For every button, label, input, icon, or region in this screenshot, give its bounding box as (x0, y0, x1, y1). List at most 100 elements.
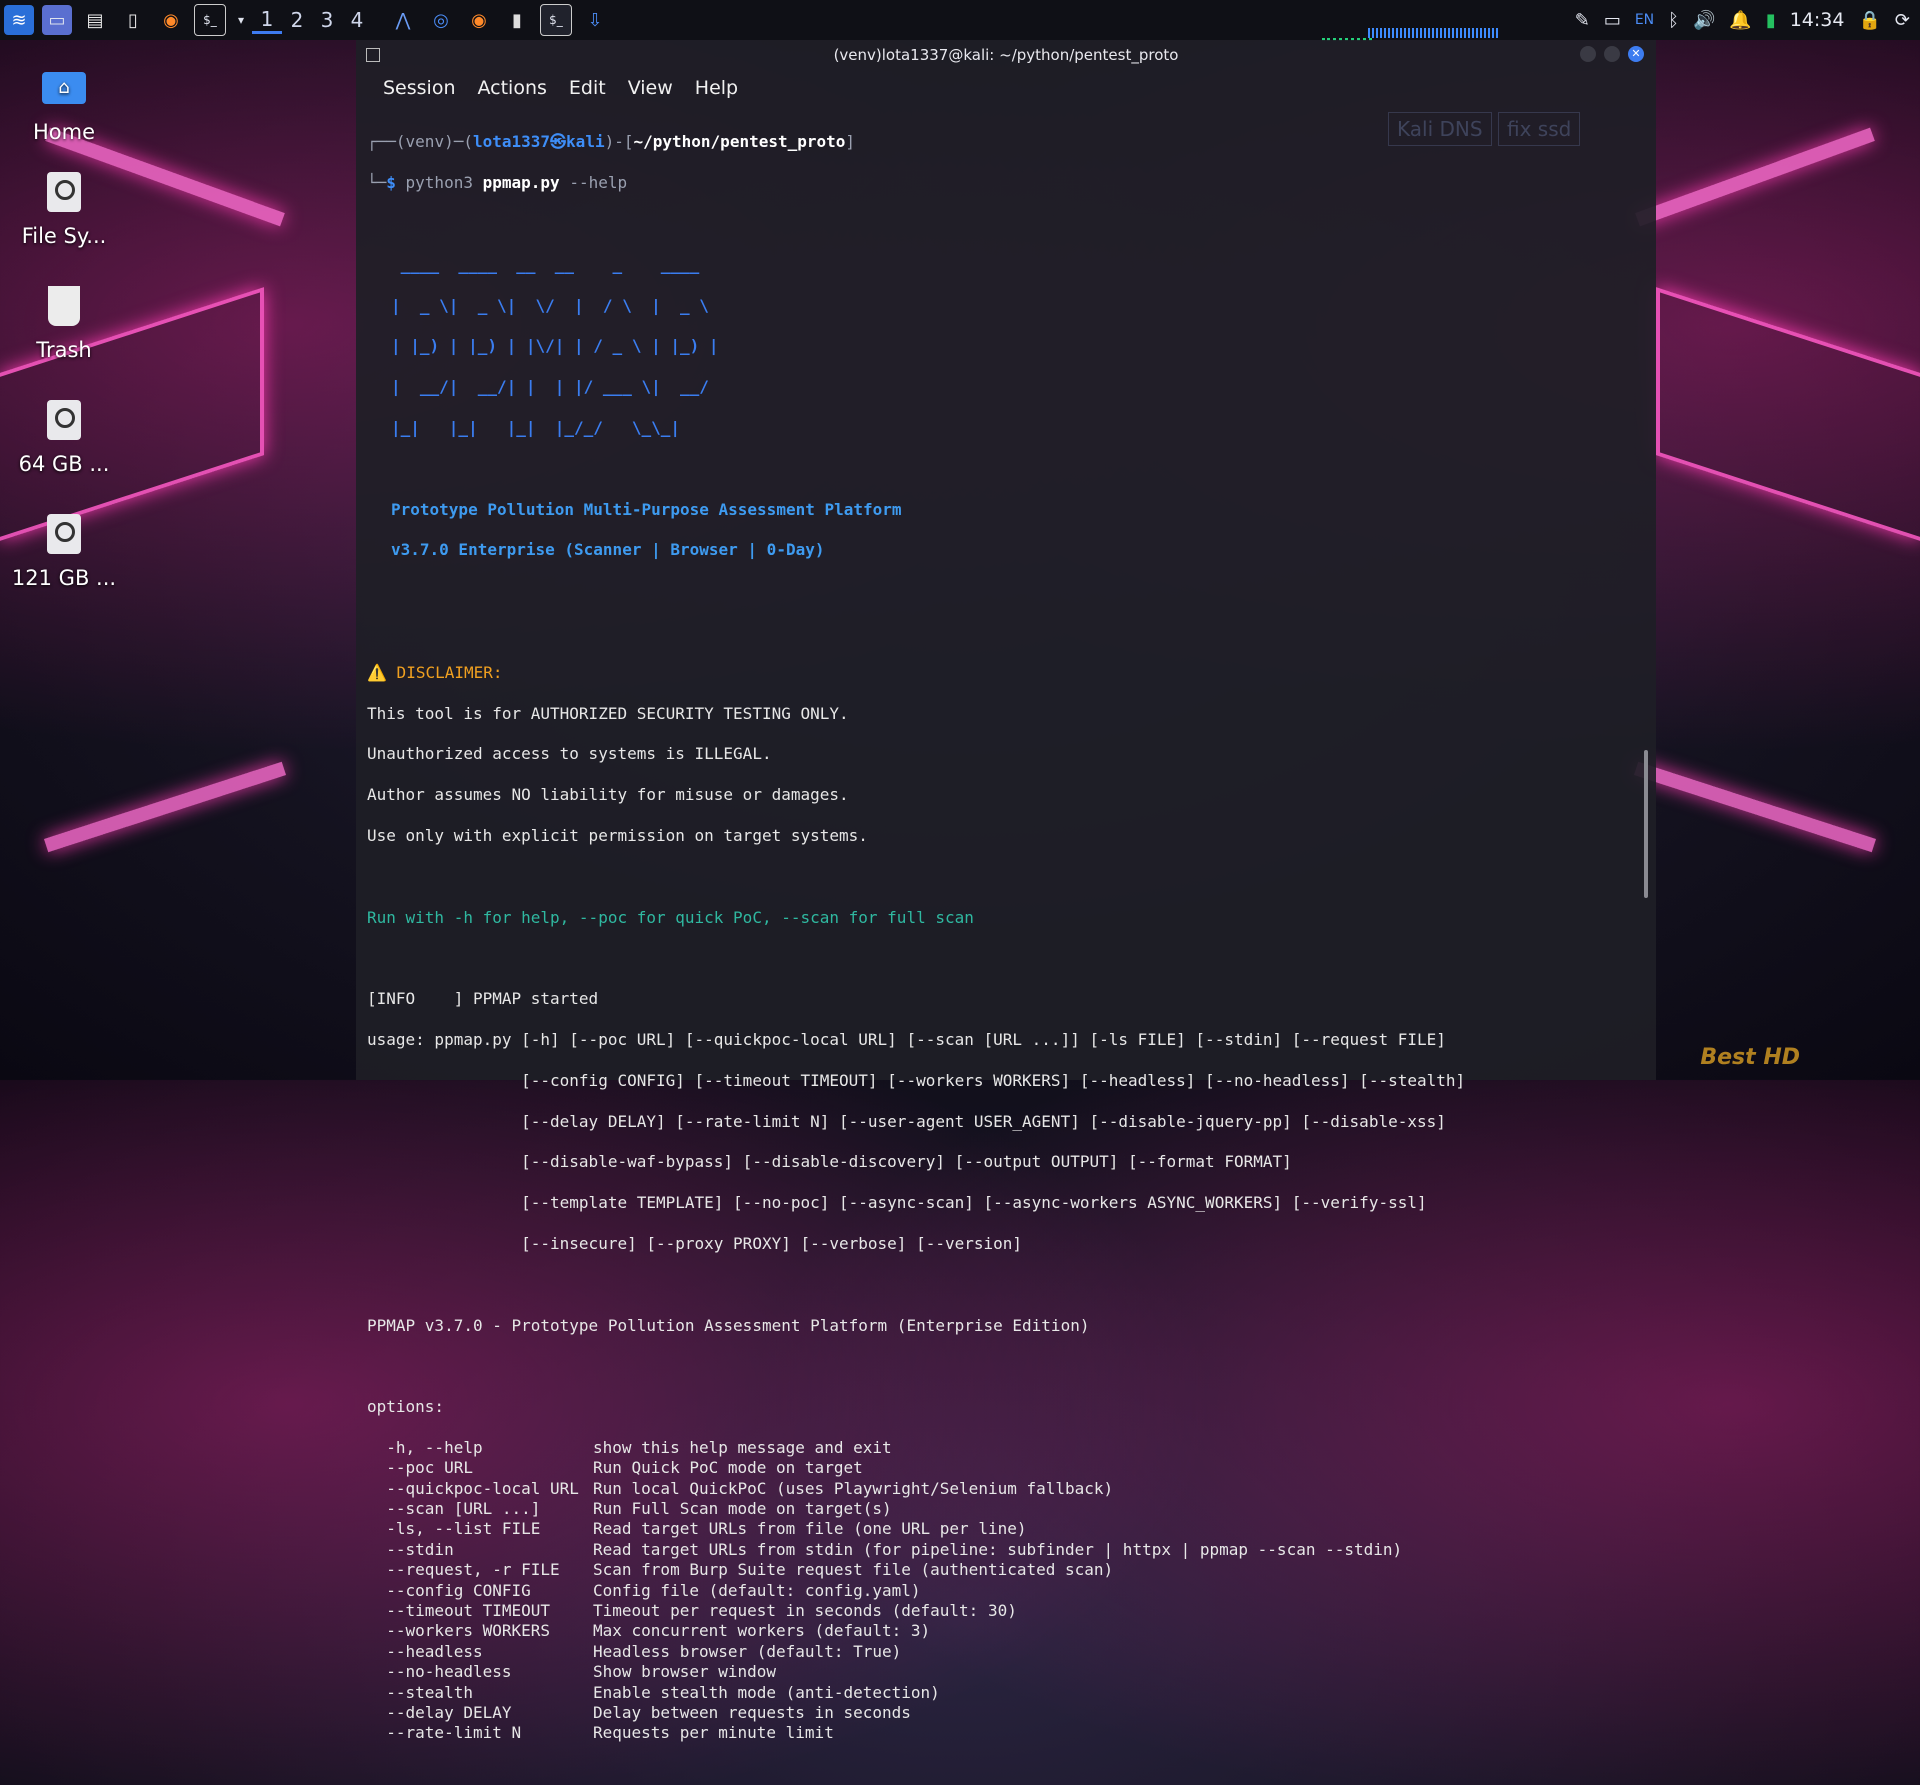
maximize-button[interactable] (1604, 46, 1620, 62)
logout-icon[interactable]: ⟳ (1895, 10, 1910, 31)
workspace-4[interactable]: 4 (342, 8, 372, 32)
options-list: -h, --help show this help message and exi… (367, 1438, 1656, 1744)
option-description: Headless browser (default: True) (593, 1641, 902, 1661)
trash-icon (40, 282, 88, 330)
menu-session[interactable]: Session (372, 77, 467, 99)
download-icon[interactable]: ⇩ (580, 5, 610, 35)
option-description: Run local QuickPoC (uses Playwright/Sele… (593, 1478, 1114, 1498)
menu-bar: Session Actions Edit View Help (356, 70, 1656, 106)
close-button[interactable]: ✕ (1628, 46, 1644, 62)
document-icon[interactable]: ▮ (502, 5, 532, 35)
desktop-icon-filesystem[interactable]: File Sy... (8, 168, 120, 248)
window-titlebar[interactable]: (venv)lota1337@kali: ~/python/pentest_pr… (356, 40, 1656, 70)
firefox-icon[interactable]: ◉ (156, 5, 186, 35)
option-description: Read target URLs from stdin (for pipelin… (593, 1539, 1403, 1559)
desktop-icon-home[interactable]: ⌂ Home (8, 64, 120, 144)
option-description: show this help message and exit (593, 1437, 892, 1457)
command-line: └─$ python3 ppmap.py --help (367, 173, 628, 193)
option-flag: --timeout TIMEOUT (367, 1601, 551, 1621)
keyboard-layout[interactable]: EN (1635, 12, 1654, 28)
scrollbar[interactable] (1644, 750, 1648, 898)
usage-line: [--delay DELAY] [--rate-limit N] [--user… (367, 1111, 1446, 1131)
info-line: [INFO ] PPMAP started (367, 989, 599, 1009)
usage-line: usage: ppmap.py [-h] [--poc URL] [--quic… (367, 1029, 1446, 1049)
option-description: Requests per minute limit (593, 1723, 834, 1743)
neon-decoration (1635, 127, 1875, 227)
option-flag: --request, -r FILE (367, 1560, 560, 1580)
notification-icon[interactable]: 🔔 (1729, 10, 1751, 31)
clock[interactable]: 14:34 (1790, 9, 1845, 31)
drive-icon (40, 396, 88, 444)
home-folder-icon: ⌂ (40, 64, 88, 112)
option-description: Read target URLs from file (one URL per … (593, 1519, 1027, 1539)
show-desktop-icon[interactable]: ▭ (42, 5, 72, 35)
window-title: (venv)lota1337@kali: ~/python/pentest_pr… (833, 46, 1179, 64)
workspace-1[interactable]: 1 (252, 7, 282, 34)
banner-subtitle: Prototype Pollution Multi-Purpose Assess… (391, 499, 902, 519)
option-flag: --stdin (367, 1539, 454, 1559)
option-flag: --poc URL (367, 1458, 473, 1478)
kali-menu-icon[interactable]: ≋ (4, 5, 34, 35)
terminal-window-icon[interactable]: $_ (540, 4, 572, 36)
option-flag: --scan [URL ...] (367, 1499, 541, 1519)
kali-tools-icon[interactable]: ⋀ (388, 5, 418, 35)
option-row: --rate-limit N Requests per minute limit (367, 1723, 1656, 1743)
battery-icon[interactable]: ▮ (1766, 10, 1776, 31)
file-manager-icon[interactable]: ▤ (80, 5, 110, 35)
bluetooth-icon[interactable]: ᛒ (1668, 10, 1679, 31)
clip-icon[interactable]: ✎ (1575, 10, 1590, 31)
disclaimer-line: Use only with explicit permission on tar… (367, 825, 868, 845)
disclaimer-line: Author assumes NO liability for misuse o… (367, 785, 849, 805)
option-flag: --stealth (367, 1682, 473, 1702)
option-description: Timeout per request in seconds (default:… (593, 1601, 1017, 1621)
desktop-icon-64gb[interactable]: 64 GB ... (8, 396, 120, 476)
option-description: Max concurrent workers (default: 3) (593, 1621, 931, 1641)
minimize-button[interactable] (1580, 46, 1596, 62)
system-tray: ✎ ▭ EN ᛒ 🔊 🔔 ▮ 14:34 🔒 ⟳ (1575, 0, 1910, 40)
menu-edit[interactable]: Edit (558, 77, 617, 99)
desktop-icon-label: Trash (36, 338, 92, 362)
option-description: Scan from Burp Suite request file (authe… (593, 1560, 1114, 1580)
workspace-3[interactable]: 3 (312, 8, 342, 32)
options-header: options: (367, 1397, 445, 1417)
option-description: Show browser window (593, 1662, 777, 1682)
terminal-icon[interactable]: $_ (194, 4, 226, 36)
desktop-icon-label: File Sy... (21, 224, 107, 248)
option-description: Enable stealth mode (anti-detection) (593, 1682, 940, 1702)
option-description: Delay between requests in seconds (593, 1702, 911, 1722)
option-row: --config CONFIG Config file (default: con… (367, 1581, 1656, 1601)
option-flag: --rate-limit N (367, 1723, 522, 1743)
desktop-icon-121gb[interactable]: 121 GB ... (8, 510, 120, 590)
workspace-2[interactable]: 2 (282, 8, 312, 32)
terminal-window[interactable]: (venv)lota1337@kali: ~/python/pentest_pr… (356, 40, 1656, 1742)
disclaimer-line: Unauthorized access to systems is ILLEGA… (367, 744, 772, 764)
option-row: --scan [URL ...] Run Full Scan mode on ta… (367, 1499, 1656, 1519)
top-panel: ≋ ▭ ▤ ▯ ◉ $_ ▾ 1 2 3 4 ⋀ ◎ ◉ ▮ $_ ⇩ ✎ ▭ … (0, 0, 1920, 41)
option-row: -ls, --list FILE Read target URLs from fi… (367, 1519, 1656, 1539)
ascii-banner-line: | __/| __/| | | |/ ___ \| __/ (391, 377, 709, 397)
desktop-icon-trash[interactable]: Trash (8, 282, 120, 362)
disclaimer-line: This tool is for AUTHORIZED SECURITY TES… (367, 703, 849, 723)
firefox-icon[interactable]: ◉ (464, 5, 494, 35)
option-flag: -h, --help (367, 1437, 483, 1457)
usage-line: [--config CONFIG] [--timeout TIMEOUT] [-… (367, 1070, 1466, 1090)
lock-icon[interactable]: 🔒 (1858, 10, 1880, 31)
browser-icon[interactable]: ◎ (426, 5, 456, 35)
chevron-down-icon[interactable]: ▾ (234, 5, 248, 35)
menu-actions[interactable]: Actions (467, 77, 558, 99)
option-flag: --workers WORKERS (367, 1621, 551, 1641)
desktop-icon-label: Home (32, 120, 95, 144)
text-editor-icon[interactable]: ▯ (118, 5, 148, 35)
volume-icon[interactable]: 🔊 (1693, 10, 1715, 31)
menu-view[interactable]: View (617, 77, 684, 99)
option-row: --poc URL Run Quick PoC mode on target (367, 1458, 1656, 1478)
window-menu-icon[interactable] (366, 48, 380, 62)
display-icon[interactable]: ▭ (1604, 10, 1621, 31)
network-graph (1368, 28, 1498, 38)
drive-icon (40, 510, 88, 558)
terminal-output[interactable]: ┌──(venv)─(lota1337㉿kali)-[~/python/pent… (356, 106, 1656, 1785)
option-row: --delay DELAY Delay between requests in s… (367, 1703, 1656, 1723)
option-flag: --no-headless (367, 1662, 512, 1682)
option-flag: --delay DELAY (367, 1702, 512, 1722)
menu-help[interactable]: Help (684, 77, 749, 99)
